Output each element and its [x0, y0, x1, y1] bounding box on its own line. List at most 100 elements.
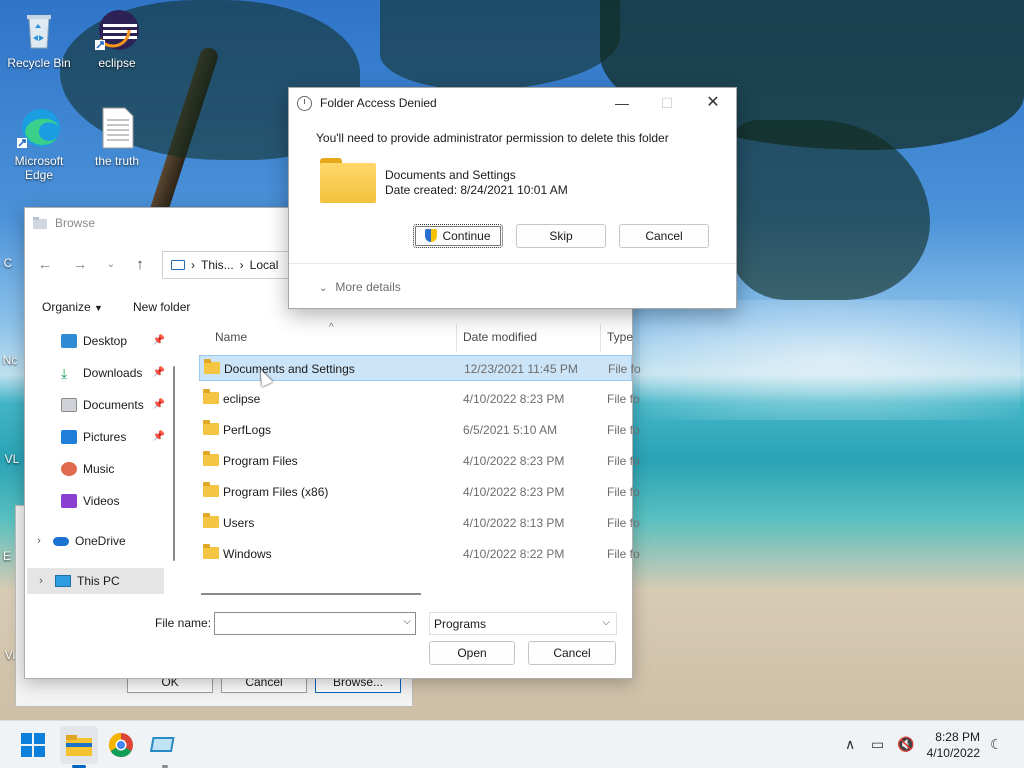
show-hidden-icons-chevron-icon[interactable]: ∧ — [845, 736, 855, 753]
sidebar-item-label: Music — [83, 462, 115, 476]
folder-icon — [203, 420, 219, 435]
file-type: File fo — [607, 547, 640, 561]
browse-title: Browse — [55, 216, 96, 230]
sidebar-item-videos[interactable]: Videos — [61, 489, 165, 513]
recent-locations-chevron-icon[interactable]: ⌄ — [101, 255, 121, 275]
file-row[interactable]: Program Files 4/10/2022 8:23 PM File fo — [199, 448, 640, 474]
horizontal-scrollbar[interactable] — [201, 593, 421, 595]
desktop-icon-label: Recycle Bin — [7, 56, 71, 70]
skip-button[interactable]: Skip — [516, 224, 606, 248]
focus-assist-moon-icon[interactable]: ☾ — [990, 736, 1003, 753]
browse-cancel-button[interactable]: Cancel — [528, 641, 616, 665]
sidebar-item-downloads[interactable]: ⤓ Downloads 📌 — [61, 361, 165, 385]
file-date: 12/23/2021 11:45 PM — [464, 362, 578, 376]
folder-icon — [204, 359, 220, 374]
column-header-type[interactable]: Type — [607, 330, 633, 344]
file-type: File fo — [607, 485, 640, 499]
desktop-icon-label: the truth — [94, 154, 140, 168]
file-type: File fo — [607, 516, 640, 530]
start-windows-icon[interactable] — [17, 729, 49, 761]
address-bar[interactable]: › This... › Local — [162, 251, 302, 279]
chevron-down-icon[interactable]: ⌵ — [403, 616, 411, 627]
desktop-icon-label: eclipse — [98, 56, 136, 70]
pin-icon[interactable]: 📌 — [153, 431, 165, 442]
this-pc-icon — [171, 260, 185, 270]
sidebar-item-pictures[interactable]: Pictures 📌 — [61, 425, 165, 449]
up-arrow-icon[interactable]: ↑ — [130, 255, 150, 275]
forward-arrow-icon[interactable]: → — [70, 255, 90, 275]
volume-muted-icon[interactable]: 🔇 — [897, 736, 914, 753]
file-name: eclipse — [223, 392, 261, 406]
back-arrow-icon[interactable]: ← — [35, 255, 55, 275]
pin-icon[interactable]: 📌 — [153, 335, 165, 346]
file-name: Users — [223, 516, 255, 530]
breadcrumb-local-disk[interactable]: Local — [250, 258, 279, 272]
desktop-icon-recycle-bin[interactable]: Recycle Bin — [1, 8, 77, 70]
pin-icon[interactable]: 📌 — [153, 367, 165, 378]
sidebar-item-desktop[interactable]: Desktop 📌 — [61, 329, 165, 353]
file-row[interactable]: Users 4/10/2022 8:13 PM File fo — [199, 510, 640, 536]
file-date: 4/10/2022 8:23 PM — [463, 485, 565, 499]
documents-icon — [61, 398, 77, 412]
close-icon[interactable]: ✕ — [698, 92, 728, 114]
file-type: File fo — [607, 392, 640, 406]
sidebar-item-label: Downloads — [83, 366, 143, 380]
desktop-icon-eclipse[interactable]: eclipse — [79, 8, 155, 70]
folder-access-denied-dialog: Folder Access Denied — ☐ ✕ You'll need t… — [288, 87, 737, 309]
new-folder-button[interactable]: New folder — [133, 300, 190, 314]
file-list-header: Name ^ Date modified Type — [199, 322, 633, 352]
clock-time: 8:28 PM — [935, 730, 980, 744]
breadcrumb-separator: › — [191, 258, 195, 272]
cancel-button[interactable]: Cancel — [619, 224, 709, 248]
more-details-toggle[interactable]: ⌄ More details — [319, 280, 401, 294]
file-name-input[interactable]: ⌵ — [214, 612, 416, 635]
file-row[interactable]: Program Files (x86) 4/10/2022 8:23 PM Fi… — [199, 479, 640, 505]
expand-chevron-icon[interactable]: › — [25, 535, 53, 547]
recycle-bin-icon — [17, 8, 61, 52]
maximize-icon: ☐ — [660, 95, 674, 111]
folder-icon — [203, 513, 219, 528]
sidebar-item-documents[interactable]: Documents 📌 — [61, 393, 165, 417]
column-header-name[interactable]: Name — [215, 330, 247, 344]
folder-icon — [203, 451, 219, 466]
uac-shield-icon — [425, 229, 438, 242]
organize-label: Organize — [42, 300, 91, 314]
file-name-label: File name: — [155, 616, 212, 630]
sidebar-item-label: Desktop — [83, 334, 128, 348]
sidebar-item-this-pc[interactable]: › This PC — [27, 568, 164, 594]
expand-chevron-icon[interactable]: › — [27, 575, 55, 587]
file-date: 4/10/2022 8:22 PM — [463, 547, 565, 561]
file-name: Windows — [223, 547, 272, 561]
pin-icon[interactable]: 📌 — [153, 399, 165, 410]
app-icon[interactable] — [149, 729, 181, 761]
file-row[interactable]: Windows 4/10/2022 8:22 PM File fo — [199, 541, 640, 567]
file-type: File fo — [608, 362, 641, 376]
dialog-message: You'll need to provide administrator per… — [316, 131, 669, 145]
chrome-icon[interactable] — [105, 729, 137, 761]
column-divider[interactable] — [600, 324, 601, 352]
breadcrumb-this-pc[interactable]: This... — [201, 258, 234, 272]
network-icon[interactable]: ▭ — [871, 736, 884, 753]
file-name: Program Files — [223, 454, 298, 468]
desktop-icon-edge[interactable]: Microsoft Edge — [1, 106, 77, 182]
column-header-date[interactable]: Date modified — [463, 330, 537, 344]
breadcrumb-separator: › — [239, 258, 244, 272]
file-name: PerfLogs — [223, 423, 272, 437]
taskbar-clock[interactable]: 8:28 PM 4/10/2022 — [927, 729, 980, 761]
file-type-filter[interactable]: Programs ⌵ — [429, 612, 617, 635]
continue-button[interactable]: Continue — [413, 224, 503, 248]
file-row[interactable]: eclipse 4/10/2022 8:23 PM File fo — [199, 386, 640, 412]
sidebar-item-onedrive[interactable]: › OneDrive — [25, 528, 163, 554]
minimize-icon[interactable]: — — [607, 92, 637, 114]
file-type: File fo — [607, 423, 640, 437]
open-button[interactable]: Open — [429, 641, 515, 665]
organize-button[interactable]: Organize ▼ — [42, 300, 103, 314]
column-divider[interactable] — [456, 324, 457, 352]
desktop-icon-the-truth[interactable]: the truth — [79, 106, 155, 168]
navigation-scrollbar[interactable] — [173, 366, 175, 561]
desktop-icon-label: Microsoft Edge — [14, 154, 64, 182]
file-explorer-icon[interactable] — [60, 726, 98, 764]
sidebar-item-music[interactable]: Music — [61, 457, 165, 481]
sidebar-item-label: Pictures — [83, 430, 127, 444]
file-row[interactable]: PerfLogs 6/5/2021 5:10 AM File fo — [199, 417, 640, 443]
